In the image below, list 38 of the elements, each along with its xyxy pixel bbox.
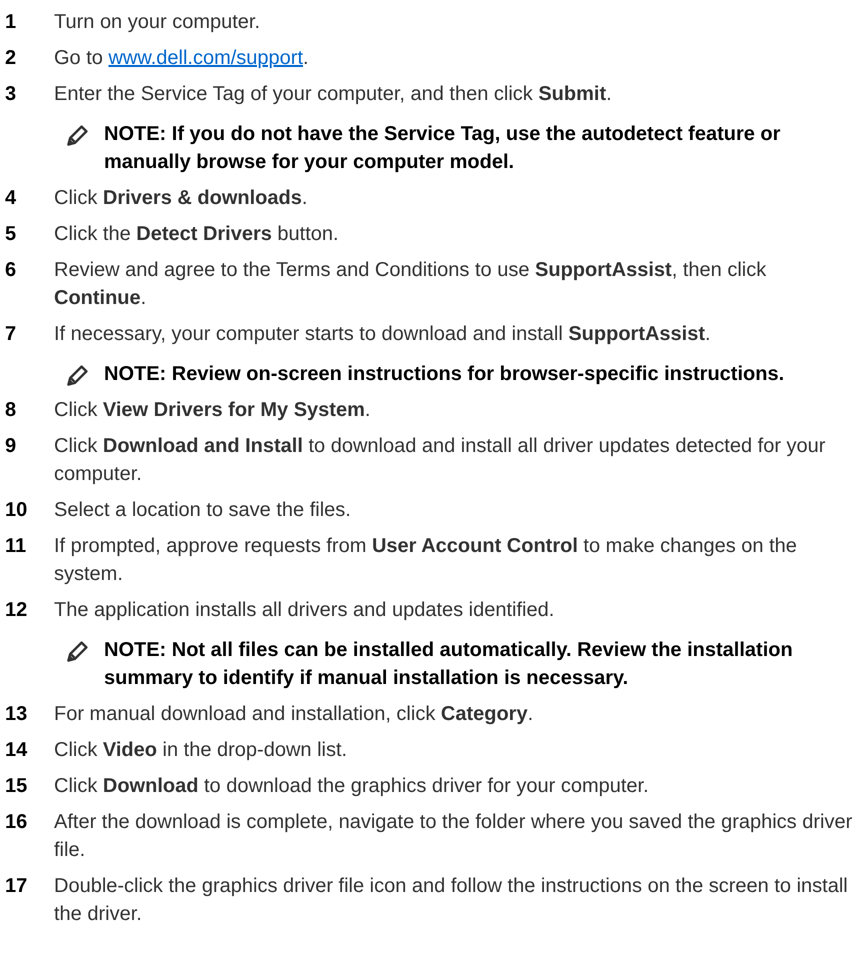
step-text: Click Download and Install to download and install all driver updates detected for your computer. bbox=[54, 434, 826, 487]
step-text: Click Drivers & downloads. bbox=[54, 186, 308, 211]
step-number: 1 bbox=[5, 10, 18, 35]
step-text: Turn on your computer. bbox=[54, 10, 260, 35]
step-text: Click View Drivers for My System. bbox=[54, 398, 370, 423]
step-text: Review and agree to the Terms and Conditions to use SupportAssist, then click Continue. bbox=[54, 258, 768, 311]
step-number: 6 bbox=[5, 258, 18, 283]
step-text: Go to www.dell.com/support. bbox=[54, 46, 309, 71]
step-text: Double-click the graphics driver file icon and follow the instructions on the screen to install the driver. bbox=[54, 874, 849, 927]
step-number: 15 bbox=[5, 774, 28, 799]
step-text: The application installs all drivers and updates identified. bbox=[54, 598, 554, 623]
step-number: 16 bbox=[5, 810, 28, 835]
step-text: Click the Detect Drivers button. bbox=[54, 222, 339, 247]
note-text: NOTE: Not all files can be installed automatically. Review the installation summary to identify if manual installation is necessary. bbox=[104, 638, 794, 691]
note-text: NOTE: Review on-screen instructions for browser-specific instructions. bbox=[104, 362, 784, 387]
step-text: If necessary, your computer starts to download and install SupportAssist. bbox=[54, 322, 711, 347]
step-number: 3 bbox=[5, 82, 18, 107]
step-text: For manual download and installation, click Category. bbox=[54, 702, 534, 727]
step-number: 7 bbox=[5, 322, 18, 347]
step-text: If prompted, approve requests from User Account Control to make changes on the system. bbox=[54, 534, 798, 587]
support-link[interactable]: www.dell.com/support bbox=[108, 47, 304, 69]
step-number: 10 bbox=[5, 498, 28, 523]
step-number: 12 bbox=[5, 598, 28, 623]
step-number: 4 bbox=[5, 186, 18, 211]
step-number: 5 bbox=[5, 222, 18, 247]
step-text: Enter the Service Tag of your computer, and then click Submit. bbox=[54, 82, 612, 107]
step-text: Click Download to download the graphics driver for your computer. bbox=[54, 774, 649, 799]
step-text: After the download is complete, navigate to the folder where you saved the graphics driver file. bbox=[54, 810, 854, 863]
step-number: 8 bbox=[5, 398, 18, 423]
step-number: 9 bbox=[5, 434, 18, 459]
step-number: 13 bbox=[5, 702, 28, 727]
note-text: NOTE: If you do not have the Service Tag, use the autodetect feature or manually browse for your computer model. bbox=[104, 122, 782, 175]
step-text: Click Video in the drop-down list. bbox=[54, 738, 348, 763]
step-number: 17 bbox=[5, 874, 28, 899]
step-text: Select a location to save the files. bbox=[54, 498, 351, 523]
step-number: 2 bbox=[5, 46, 18, 71]
step-number: 11 bbox=[5, 534, 28, 559]
step-number: 14 bbox=[5, 738, 28, 763]
